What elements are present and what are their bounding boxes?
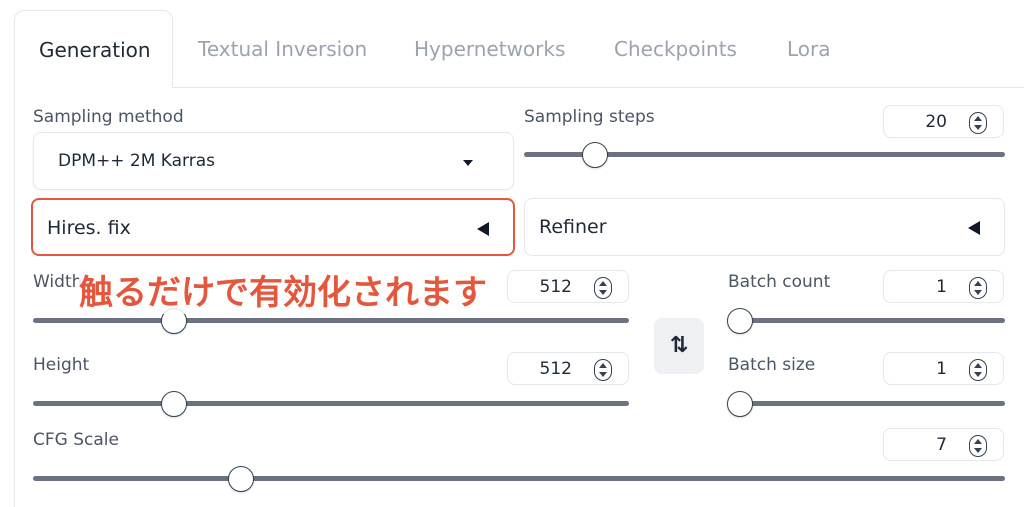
swap-dimensions-button[interactable]: ⇅ — [654, 318, 704, 374]
cfg-scale-label: CFG Scale — [33, 430, 119, 450]
number-spinner-icon[interactable] — [969, 359, 987, 381]
sampling-steps-value: 20 — [925, 112, 947, 132]
batch-count-track[interactable] — [728, 318, 1005, 323]
height-slider-thumb[interactable] — [161, 391, 187, 417]
height-input[interactable]: 512 — [507, 352, 629, 385]
tab-bar: Generation Textual Inversion Hypernetwor… — [0, 0, 1024, 88]
batch-size-slider-thumb[interactable] — [727, 391, 753, 417]
cfg-scale-slider-thumb[interactable] — [228, 466, 254, 492]
number-spinner-icon[interactable] — [969, 277, 987, 299]
number-spinner-icon[interactable] — [594, 359, 612, 381]
batch-size-input[interactable]: 1 — [883, 352, 1004, 385]
sampling-steps-label: Sampling steps — [524, 107, 655, 127]
height-label: Height — [33, 355, 90, 375]
batch-size-track[interactable] — [728, 401, 1005, 406]
width-label: Width — [33, 272, 83, 292]
hires-fix-accordion[interactable]: Hires. fix — [31, 198, 515, 256]
batch-count-input[interactable]: 1 — [883, 270, 1004, 303]
number-spinner-icon[interactable] — [594, 277, 612, 299]
width-track[interactable] — [33, 318, 629, 323]
tab-checkpoints[interactable]: Checkpoints — [614, 10, 737, 88]
refiner-accordion[interactable]: Refiner — [524, 198, 1005, 256]
cfg-scale-track[interactable] — [33, 476, 1005, 481]
number-spinner-icon[interactable] — [969, 435, 987, 457]
batch-size-label: Batch size — [728, 355, 816, 375]
sampling-method-value: DPM++ 2M Karras — [58, 151, 216, 171]
tab-lora[interactable]: Lora — [787, 10, 831, 88]
tab-textual-inversion[interactable]: Textual Inversion — [198, 10, 367, 88]
triangle-left-icon — [968, 221, 980, 235]
cfg-scale-value: 7 — [936, 435, 947, 455]
sampling-method-label: Sampling method — [33, 107, 184, 127]
batch-count-slider-thumb[interactable] — [727, 308, 753, 334]
triangle-left-icon — [477, 222, 489, 236]
height-track[interactable] — [33, 401, 629, 406]
number-spinner-icon[interactable] — [969, 112, 987, 134]
batch-count-value: 1 — [936, 277, 947, 297]
tab-generation[interactable]: Generation — [14, 10, 173, 88]
swap-arrows-icon: ⇅ — [669, 333, 689, 358]
sampling-steps-input[interactable]: 20 — [883, 105, 1004, 138]
tab-hypernetworks[interactable]: Hypernetworks — [414, 10, 565, 88]
batch-size-value: 1 — [936, 359, 947, 379]
cfg-scale-input[interactable]: 7 — [883, 428, 1004, 461]
height-value: 512 — [539, 359, 572, 379]
width-value: 512 — [539, 277, 572, 297]
annotation-callout: 触るだけで有効化されます — [79, 265, 487, 314]
sampling-method-dropdown[interactable]: DPM++ 2M Karras — [33, 132, 514, 190]
sampling-steps-slider-thumb[interactable] — [582, 142, 608, 168]
hires-fix-label: Hires. fix — [47, 217, 131, 239]
chevron-down-icon — [463, 160, 473, 166]
refiner-label: Refiner — [539, 216, 607, 238]
width-input[interactable]: 512 — [507, 270, 629, 303]
batch-count-label: Batch count — [728, 272, 831, 292]
